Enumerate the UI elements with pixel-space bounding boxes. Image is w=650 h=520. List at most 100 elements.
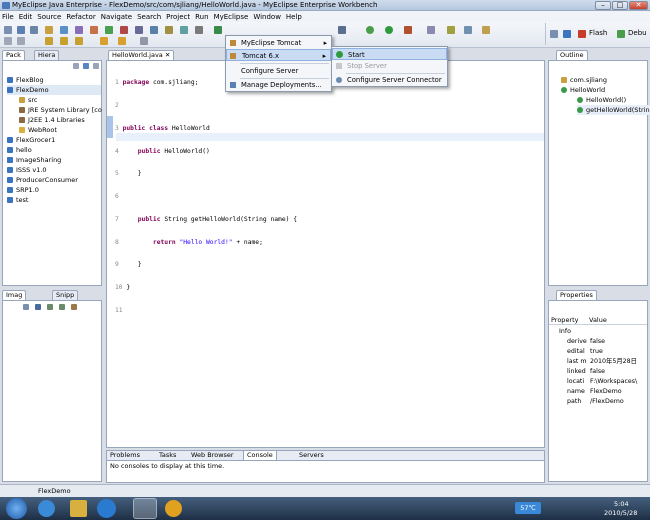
open-perspective-icon[interactable] — [550, 30, 558, 38]
nav-forward-icon[interactable] — [17, 37, 25, 45]
tree-item-webroot[interactable]: WebRoot — [19, 125, 57, 135]
debug-icon[interactable] — [366, 26, 374, 34]
search-tool-icon[interactable] — [464, 26, 472, 34]
qq-icon[interactable] — [165, 500, 182, 517]
next-annotation-icon[interactable] — [60, 37, 68, 45]
explorer-icon[interactable] — [70, 500, 87, 517]
open-type-icon[interactable] — [427, 26, 435, 34]
outline-class[interactable]: HelloWorld — [561, 85, 605, 95]
tree-item-src[interactable]: src — [19, 95, 38, 105]
menu-item-stop-server[interactable]: Stop Server — [332, 60, 447, 72]
prop-value[interactable]: true — [590, 347, 603, 357]
tab-outline[interactable]: Outline — [556, 50, 588, 60]
outline-constructor[interactable]: HelloWorld() — [577, 95, 626, 105]
editor-tab-helloworld[interactable]: HelloWorld.java ✕ — [108, 50, 175, 60]
fit-icon[interactable] — [71, 304, 77, 310]
tree-item-flexdemo[interactable]: FlexDemo — [7, 85, 101, 95]
close-button[interactable]: ✕ — [629, 1, 648, 10]
tab-snippets[interactable]: Snipp — [52, 290, 79, 300]
prop-value[interactable]: /FlexDemo — [590, 397, 624, 407]
zoom-out-icon[interactable] — [59, 304, 65, 310]
last-edit-icon[interactable] — [45, 37, 53, 45]
package-icon[interactable] — [105, 26, 113, 34]
flash-perspective-icon[interactable] — [578, 30, 586, 38]
start-button-icon[interactable] — [6, 498, 27, 519]
tab-image[interactable]: Imag — [2, 290, 27, 300]
tree-item-test[interactable]: test — [7, 195, 28, 205]
interface-icon[interactable] — [135, 26, 143, 34]
zoom-in-icon[interactable] — [47, 304, 53, 310]
annotation-icon[interactable] — [482, 26, 490, 34]
menu-source[interactable]: Source — [37, 13, 61, 21]
prop-value[interactable]: F:\Workspaces\ — [590, 377, 637, 387]
tree-item-isss[interactable]: ISSS v1.0 — [7, 165, 47, 175]
minimize-button[interactable]: – — [595, 1, 611, 10]
class-icon[interactable] — [120, 26, 128, 34]
task-icon[interactable] — [447, 26, 455, 34]
prop-value[interactable]: false — [590, 367, 605, 377]
menu-item-manage-deployments[interactable]: Manage Deployments... — [226, 79, 331, 91]
myeclipse-taskbar-button[interactable] — [133, 498, 157, 519]
db-icon[interactable] — [150, 26, 158, 34]
back-arrow-icon[interactable] — [100, 37, 108, 45]
tab-problems[interactable]: Problems — [110, 451, 140, 460]
ejb-icon[interactable] — [75, 26, 83, 34]
prop-value[interactable]: 2010年5月28日 — [590, 357, 637, 367]
new-icon[interactable] — [4, 26, 12, 34]
server-icon[interactable] — [214, 26, 222, 34]
open-image-icon[interactable] — [23, 304, 29, 310]
tree-item-producerconsumer[interactable]: ProducerConsumer — [7, 175, 78, 185]
print-icon[interactable] — [30, 26, 38, 34]
tab-package-explorer[interactable]: Pack — [2, 50, 25, 60]
web-project-icon[interactable] — [60, 26, 68, 34]
tree-item-j2ee[interactable]: J2EE 1.4 Libraries — [19, 115, 85, 125]
tree-item-flexblog[interactable]: FlexBlog — [7, 75, 44, 85]
myeclipse-perspective-icon[interactable] — [563, 30, 571, 38]
run-icon[interactable] — [385, 26, 393, 34]
menu-run[interactable]: Run — [195, 13, 208, 21]
external-tools-icon[interactable] — [404, 26, 412, 34]
tab-servers[interactable]: Servers — [299, 451, 324, 460]
view-menu-icon[interactable] — [93, 63, 99, 69]
menu-help[interactable]: Help — [286, 13, 302, 21]
menu-search[interactable]: Search — [137, 13, 161, 21]
maximize-button[interactable]: □ — [612, 1, 628, 10]
xml-icon[interactable] — [165, 26, 173, 34]
menu-item-myeclipse-tomcat[interactable]: MyEclipse Tomcat ▸ — [226, 37, 331, 49]
tab-console[interactable]: Console — [243, 450, 277, 460]
tab-web-browser[interactable]: Web Browser — [191, 451, 234, 460]
app-taskbar-icon[interactable] — [97, 499, 116, 518]
search-icon[interactable] — [180, 26, 188, 34]
menu-item-start[interactable]: Start — [332, 48, 447, 60]
terminal-icon[interactable] — [338, 26, 346, 34]
forward-arrow-icon[interactable] — [118, 37, 126, 45]
menu-window[interactable]: Window — [253, 13, 281, 21]
tree-item-flexgrocer[interactable]: FlexGrocer1 — [7, 135, 55, 145]
open-folder-icon[interactable] — [45, 26, 53, 34]
java-icon[interactable] — [90, 26, 98, 34]
collapse-all-icon[interactable] — [73, 63, 79, 69]
tree-item-jre[interactable]: JRE System Library [co — [19, 105, 102, 115]
menu-myeclipse[interactable]: MyEclipse — [214, 13, 249, 21]
menu-item-tomcat6[interactable]: Tomcat 6.x ▸ — [226, 49, 331, 61]
prop-value[interactable]: FlexDemo — [590, 387, 622, 397]
ie-icon[interactable] — [38, 500, 55, 517]
menu-edit[interactable]: Edit — [19, 13, 33, 21]
tree-item-imagesharing[interactable]: ImageSharing — [7, 155, 61, 165]
menu-navigate[interactable]: Navigate — [101, 13, 132, 21]
tree-item-hello[interactable]: hello — [7, 145, 32, 155]
save-image-icon[interactable] — [35, 304, 41, 310]
prev-annotation-icon[interactable] — [75, 37, 83, 45]
outline-method[interactable]: getHelloWorld(Strin — [577, 105, 650, 115]
prop-value[interactable]: false — [590, 337, 605, 347]
tab-tasks[interactable]: Tasks — [159, 451, 176, 460]
editor-body[interactable]: 1 package com.sjliang; 2 3 public class … — [106, 60, 545, 448]
properties-group[interactable]: Info — [559, 327, 571, 337]
pin-icon[interactable] — [140, 37, 148, 45]
debug-perspective-label[interactable]: Debu — [628, 29, 647, 37]
link-editor-icon[interactable] — [83, 63, 89, 69]
menu-project[interactable]: Project — [166, 13, 190, 21]
menu-item-configure-server-connector[interactable]: Configure Server Connector — [332, 74, 447, 86]
menu-refactor[interactable]: Refactor — [66, 13, 95, 21]
debug-perspective-icon[interactable] — [617, 30, 625, 38]
